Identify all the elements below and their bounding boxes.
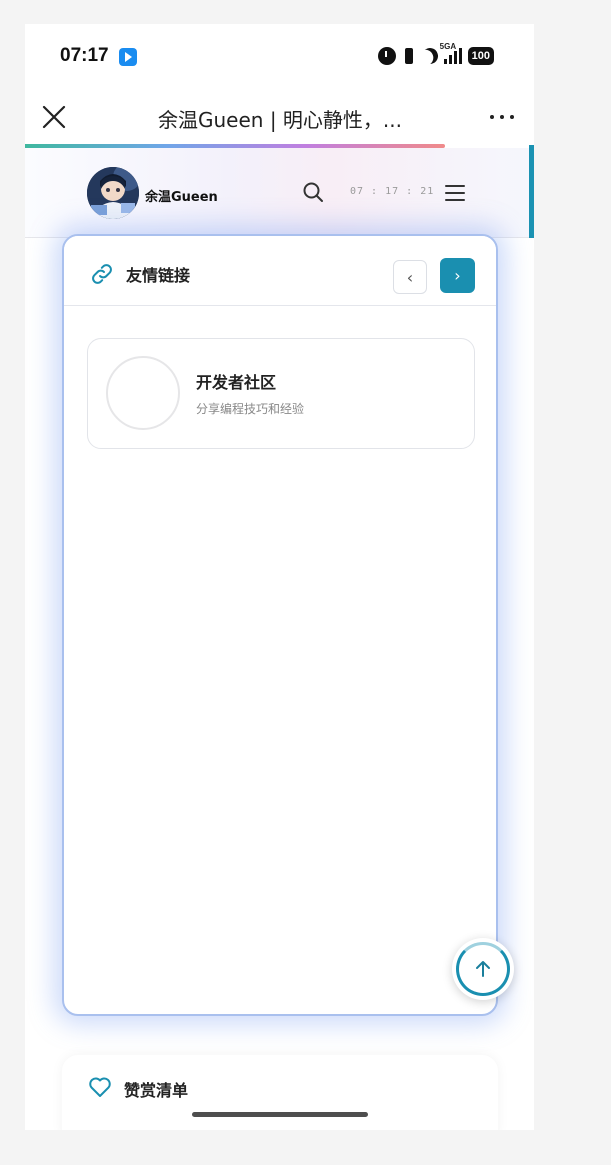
friend-link-description: 分享编程技巧和经验 xyxy=(196,402,305,416)
signal-icon: 5GA xyxy=(440,42,462,64)
header-clock: 07 : 17 : 21 xyxy=(350,186,435,197)
arrow-up-icon xyxy=(476,961,490,977)
next-button[interactable]: › xyxy=(440,258,475,293)
donation-card: 赞赏清单 xyxy=(62,1055,498,1130)
signal-label: 5GA xyxy=(439,42,457,51)
friend-links-card: 友情链接 ‹ › 开发者社区 分享编程技巧和经验 xyxy=(62,234,498,1016)
app-notification-icon xyxy=(119,48,137,66)
status-icons: 5GA 100 xyxy=(377,42,494,67)
prev-button[interactable]: ‹ xyxy=(393,260,427,294)
back-to-top-button[interactable] xyxy=(452,938,514,1000)
alarm-icon xyxy=(377,47,396,65)
scroll-edge-bar xyxy=(529,145,534,238)
friend-link-item[interactable]: 开发者社区 分享编程技巧和经验 xyxy=(87,338,475,449)
friend-link-avatar xyxy=(106,356,180,430)
site-name[interactable]: 余温Gueen xyxy=(145,186,218,205)
home-indicator[interactable] xyxy=(192,1112,368,1117)
page-title: 余温Gueen | 明心静性，... xyxy=(158,108,402,132)
heart-icon xyxy=(88,1076,112,1098)
close-icon[interactable] xyxy=(39,102,69,132)
donation-title: 赞赏清单 xyxy=(124,1081,189,1100)
status-time: 07:17 xyxy=(60,45,109,66)
friend-links-header: 友情链接 ‹ › xyxy=(64,236,496,306)
more-icon[interactable] xyxy=(490,115,514,119)
browser-nav-bar: 余温Gueen | 明心静性，... xyxy=(25,90,534,144)
menu-icon[interactable] xyxy=(445,185,465,201)
friend-link-name: 开发者社区 xyxy=(196,373,277,392)
status-bar: 07:17 5GA 100 xyxy=(25,24,534,90)
link-icon xyxy=(90,262,114,286)
battery-icon: 100 xyxy=(467,47,494,65)
friend-links-title: 友情链接 xyxy=(126,266,191,285)
site-header: 余温Gueen 07 : 17 : 21 xyxy=(25,145,534,238)
phone-screen: 07:17 5GA 100 余温Gueen | 明心静性，... 余温Gueen… xyxy=(25,24,534,1130)
search-icon[interactable] xyxy=(302,181,324,203)
do-not-disturb-icon xyxy=(419,46,440,67)
back-to-top-ring xyxy=(456,942,510,996)
site-avatar[interactable] xyxy=(87,167,139,219)
vibrate-icon xyxy=(402,47,416,65)
